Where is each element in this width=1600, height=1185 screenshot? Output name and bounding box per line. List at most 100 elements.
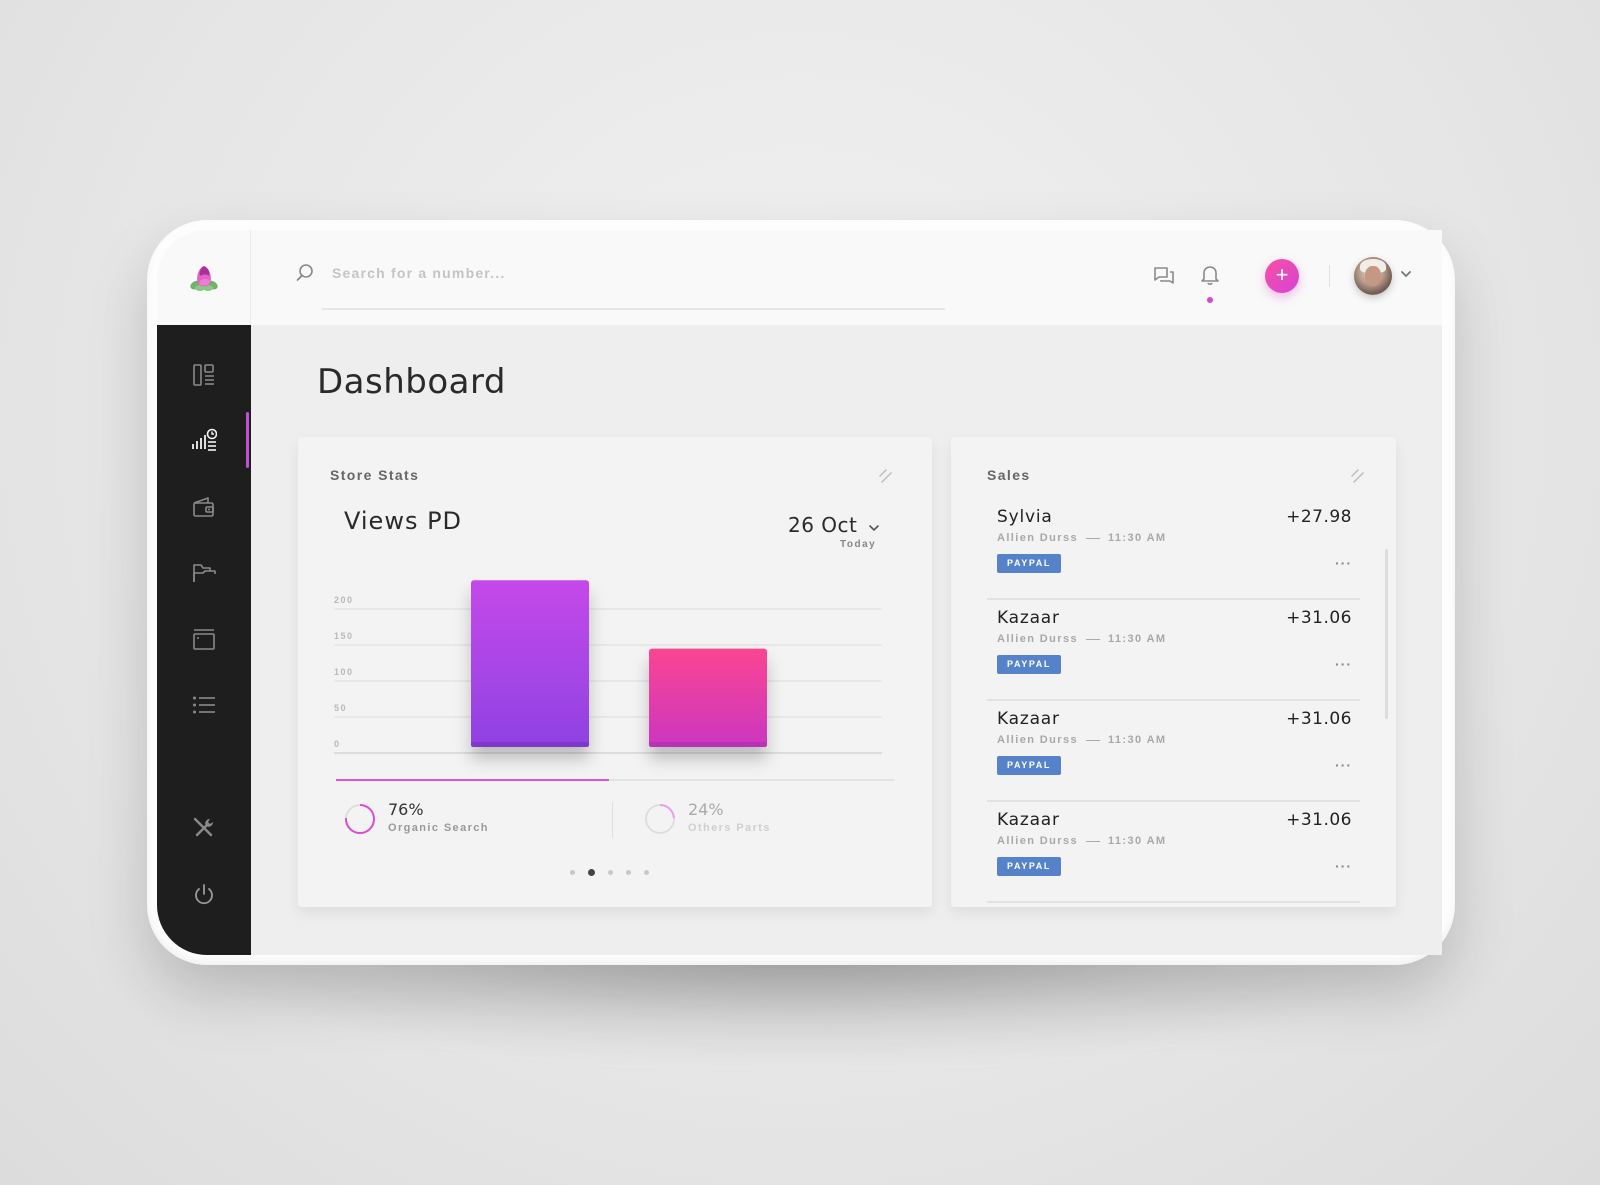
store-stats-card: Store Stats Views PD 26 Oct Today 0 50 1… [298, 437, 932, 907]
top-bar: + [157, 230, 1442, 325]
layout-icon [193, 364, 214, 386]
dash-separator [1086, 840, 1100, 842]
dash-separator [1086, 537, 1100, 539]
sale-time: 11:30 AM [1108, 532, 1167, 544]
add-button[interactable]: + [1265, 259, 1299, 293]
sale-meta: Allien Durss 11:30 AM [997, 633, 1166, 645]
bar-base [649, 742, 767, 747]
sidebar [157, 325, 251, 955]
analytics-icon [192, 428, 217, 451]
sale-customer: Allien Durss [997, 835, 1078, 847]
bar-body [649, 648, 767, 747]
more-options-icon[interactable]: ··· [1335, 656, 1352, 672]
lotus-bud-logo-icon [189, 265, 218, 291]
sidebar-item-wallet[interactable] [157, 482, 251, 532]
metric-value: 76% [388, 800, 424, 819]
pager-dot[interactable] [608, 870, 613, 875]
app-screen: + [157, 230, 1442, 955]
carousel-pager [570, 869, 649, 876]
plus-icon: + [1275, 262, 1289, 287]
avatar[interactable] [1354, 257, 1392, 295]
sale-row[interactable]: Sylvia +27.98 Allien Durss 11:30 AM PAYPA… [987, 499, 1360, 600]
sidebar-item-list[interactable] [157, 681, 251, 731]
sale-time: 11:30 AM [1108, 835, 1167, 847]
bar-organic-search[interactable] [471, 580, 589, 747]
sidebar-item-window[interactable] [157, 615, 251, 665]
sales-card: Sales Sylvia +27.98 Allien Durss 11:30 AM… [951, 437, 1396, 907]
y-tick-label: 50 [334, 703, 347, 713]
sale-row[interactable]: Kazaar +31.06 Allien Durss 11:30 AM PAYPA… [987, 701, 1360, 802]
chevron-down-icon[interactable] [1399, 267, 1413, 281]
payment-badge: PAYPAL [997, 554, 1061, 573]
sidebar-item-logout[interactable] [157, 870, 251, 920]
sale-name: Kazaar [997, 608, 1060, 628]
metric-divider [612, 802, 613, 838]
search-input[interactable] [322, 258, 942, 288]
sidebar-item-tools[interactable] [157, 803, 251, 853]
sale-row[interactable]: Kazaar +31.06 Allien Durss 11:30 AM PAYPA… [987, 802, 1360, 903]
power-icon [195, 884, 213, 905]
more-options-icon[interactable]: ··· [1335, 757, 1352, 773]
progress-fill [336, 779, 610, 781]
bar-base [471, 742, 589, 747]
dash-separator [1086, 739, 1100, 741]
sidebar-item-analytics[interactable] [157, 412, 251, 468]
chart-title: Views PD [344, 507, 463, 535]
search-icon[interactable] [295, 263, 315, 283]
sidebar-item-layout[interactable] [157, 350, 251, 400]
search-underline [322, 308, 945, 310]
sale-meta: Allien Durss 11:30 AM [997, 734, 1166, 746]
chevron-down-icon [869, 524, 879, 531]
sidebar-item-folder[interactable] [157, 548, 251, 598]
y-tick-label: 0 [334, 739, 341, 749]
payment-badge: PAYPAL [997, 756, 1061, 775]
sale-amount: +27.98 [1286, 507, 1352, 527]
pager-dot[interactable] [644, 870, 649, 875]
date-caption: Today [840, 539, 877, 550]
progress-track [336, 779, 894, 781]
pager-dot[interactable] [588, 869, 595, 876]
list-icon [193, 696, 215, 714]
y-tick-label: 150 [334, 631, 354, 641]
more-options-icon[interactable]: ··· [1335, 858, 1352, 874]
others-progress-ring [645, 804, 675, 834]
browser-window-icon [193, 629, 215, 650]
sales-scrollbar[interactable] [1385, 549, 1388, 719]
chat-icon [1154, 267, 1174, 284]
resize-icon[interactable] [1348, 467, 1366, 485]
y-tick-label: 100 [334, 667, 354, 677]
sale-amount: +31.06 [1286, 810, 1352, 830]
organic-progress-ring [345, 804, 375, 834]
sale-time: 11:30 AM [1108, 633, 1167, 645]
pager-dot[interactable] [626, 870, 631, 875]
sale-customer: Allien Durss [997, 734, 1078, 746]
sale-name: Kazaar [997, 709, 1060, 729]
page-title: Dashboard [317, 362, 506, 402]
sales-title: Sales [987, 467, 1031, 483]
more-options-icon[interactable]: ··· [1335, 555, 1352, 571]
resize-icon[interactable] [876, 467, 894, 485]
sale-amount: +31.06 [1286, 709, 1352, 729]
sale-customer: Allien Durss [997, 532, 1078, 544]
sale-meta: Allien Durss 11:30 AM [997, 835, 1166, 847]
logo[interactable] [157, 230, 251, 325]
date-dropdown[interactable]: 26 Oct [788, 513, 880, 537]
notifications-button[interactable] [1199, 263, 1221, 287]
store-stats-title: Store Stats [330, 467, 420, 483]
active-indicator [246, 412, 249, 468]
sale-name: Kazaar [997, 810, 1060, 830]
bar-others-parts[interactable] [649, 648, 767, 747]
pager-dot[interactable] [570, 870, 575, 875]
metric-label: Others Parts [688, 822, 771, 834]
y-tick-label: 200 [334, 595, 354, 605]
sale-meta: Allien Durss 11:30 AM [997, 532, 1166, 544]
sale-time: 11:30 AM [1108, 734, 1167, 746]
avatar-face [1365, 266, 1381, 286]
bar-body [471, 580, 589, 747]
payment-badge: PAYPAL [997, 655, 1061, 674]
sale-row[interactable]: Kazaar +31.06 Allien Durss 11:30 AM PAYPA… [987, 600, 1360, 701]
date-value: 26 Oct [788, 513, 858, 537]
folder-icon [193, 564, 216, 582]
metric-value: 24% [688, 800, 724, 819]
messages-button[interactable] [1152, 265, 1176, 287]
